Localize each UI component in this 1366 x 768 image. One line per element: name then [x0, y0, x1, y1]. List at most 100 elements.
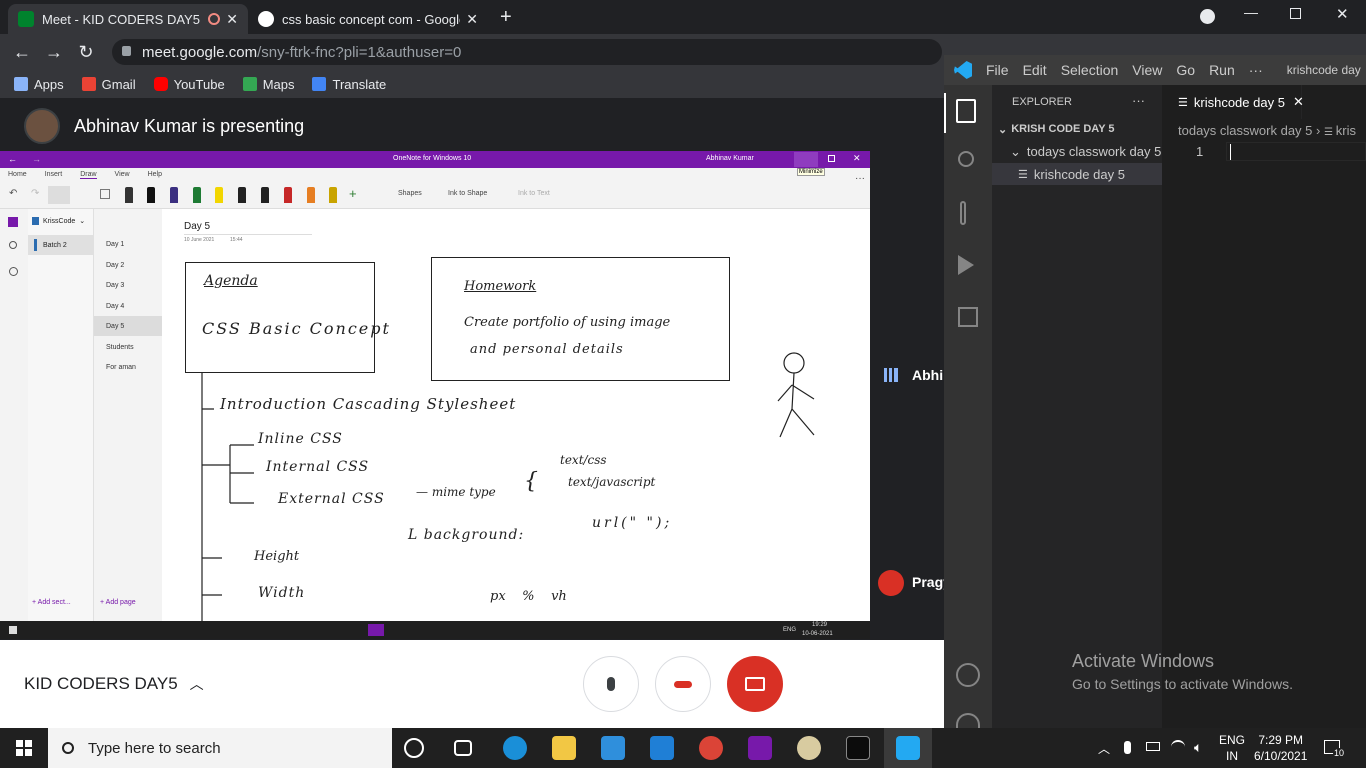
- address-bar[interactable]: meet.google.com/sny-ftrk-fnc?pli=1&authu…: [112, 39, 942, 65]
- start-icon[interactable]: [16, 740, 32, 756]
- undo-icon[interactable]: ↶: [9, 188, 17, 199]
- system-clock[interactable]: 7:29 PM 6/10/2021: [1254, 732, 1307, 764]
- onenote-maximize-icon[interactable]: [828, 155, 835, 162]
- onenote-minimize-icon[interactable]: [794, 152, 818, 167]
- notebook-selector[interactable]: KrissCode ⌄: [32, 217, 85, 225]
- notebooks-icon[interactable]: [8, 217, 18, 227]
- taskbar-search-box[interactable]: Type here to search: [48, 728, 392, 768]
- menu-file[interactable]: File: [986, 62, 1009, 78]
- minimize-window-icon[interactable]: —: [1244, 4, 1258, 20]
- extensions-icon[interactable]: [958, 307, 978, 327]
- add-page-button[interactable]: + Add page: [100, 599, 136, 606]
- menu-view[interactable]: View: [115, 171, 130, 178]
- menu-view[interactable]: View: [1132, 62, 1162, 78]
- search-icon[interactable]: [9, 241, 17, 249]
- edge-icon[interactable]: [503, 736, 527, 760]
- chrome-icon[interactable]: [699, 736, 723, 760]
- add-pen-icon[interactable]: +: [349, 186, 357, 201]
- volume-icon[interactable]: 🔈︎: [1194, 739, 1202, 756]
- pen-green-icon[interactable]: [193, 187, 201, 203]
- accounts-icon[interactable]: [956, 663, 980, 687]
- pen-black-icon[interactable]: [261, 187, 269, 203]
- camera-off-button[interactable]: [727, 656, 783, 712]
- page-item[interactable]: Day 3: [94, 275, 162, 295]
- new-tab-button[interactable]: +: [500, 6, 512, 29]
- vscode-icon[interactable]: [896, 736, 920, 760]
- onenote-page-canvas[interactable]: Day 5 10 June 2021 15:44 Agenda CSS Basi…: [162, 209, 870, 623]
- microphone-button[interactable]: [583, 656, 639, 712]
- forward-icon[interactable]: →: [38, 42, 70, 63]
- pen-gold-icon[interactable]: [329, 187, 337, 203]
- bookmark-youtube[interactable]: YouTube: [153, 77, 225, 92]
- page-item[interactable]: Students: [94, 337, 162, 357]
- pen-orange-icon[interactable]: [307, 187, 315, 203]
- close-tab-icon[interactable]: ✕: [1293, 94, 1304, 110]
- menu-go[interactable]: Go: [1176, 62, 1195, 78]
- search-icon[interactable]: [958, 151, 974, 167]
- page-item[interactable]: Day 1: [94, 234, 162, 254]
- paint-icon[interactable]: [797, 736, 821, 760]
- highlighter-yellow-icon[interactable]: [215, 187, 223, 203]
- menu-insert[interactable]: Insert: [45, 171, 63, 178]
- wifi-icon[interactable]: [1171, 740, 1185, 754]
- page-item[interactable]: Day 4: [94, 296, 162, 316]
- folder-subfolder[interactable]: ⌄ todays classwork day 5: [1010, 144, 1161, 160]
- pen-purple-icon[interactable]: [170, 187, 178, 203]
- menu-run[interactable]: Run: [1209, 62, 1235, 78]
- bookmark-maps[interactable]: Maps: [242, 77, 294, 92]
- explorer-more-icon[interactable]: ···: [1132, 93, 1145, 108]
- language-indicator[interactable]: ENG IN: [1219, 732, 1245, 764]
- page-item-selected[interactable]: Day 5: [94, 316, 162, 336]
- tab-search-icon[interactable]: [1200, 9, 1215, 24]
- tab-meet[interactable]: Meet - KID CODERS DAY5 ✕: [8, 4, 248, 34]
- more-options-icon[interactable]: ···: [855, 173, 865, 184]
- mail-icon[interactable]: [650, 736, 674, 760]
- pen-black-icon[interactable]: [147, 187, 155, 203]
- leave-call-button[interactable]: [655, 656, 711, 712]
- cortana-icon[interactable]: [404, 738, 424, 758]
- breadcrumb-file[interactable]: kris: [1336, 123, 1356, 138]
- reload-icon[interactable]: ↻: [70, 42, 102, 63]
- ink-to-shape-button[interactable]: Ink to Shape: [448, 190, 487, 197]
- bookmark-gmail[interactable]: Gmail: [81, 77, 136, 92]
- bookmark-apps[interactable]: Apps: [14, 77, 64, 92]
- show-hidden-icons[interactable]: ︿: [1098, 740, 1110, 757]
- bookmark-translate[interactable]: Translate: [312, 77, 386, 92]
- store-icon[interactable]: [601, 736, 625, 760]
- close-window-icon[interactable]: ✕: [1336, 5, 1349, 23]
- menu-home[interactable]: Home: [8, 171, 27, 178]
- explorer-icon[interactable]: [956, 99, 976, 123]
- menu-selection[interactable]: Selection: [1061, 62, 1119, 78]
- file-item-selected[interactable]: ☰ krishcode day 5: [992, 163, 1162, 185]
- menu-edit[interactable]: Edit: [1023, 62, 1047, 78]
- close-tab-icon[interactable]: ✕: [466, 11, 478, 28]
- onenote-icon[interactable]: [748, 736, 772, 760]
- editor-tab[interactable]: ☰ krishcode day 5 ✕: [1162, 85, 1304, 119]
- battery-icon[interactable]: [1146, 742, 1160, 751]
- folder-root[interactable]: ⌄ KRISH CODE DAY 5: [998, 123, 1115, 136]
- shapes-button[interactable]: Shapes: [398, 190, 422, 197]
- tab-google-search[interactable]: css basic concept com - Google S ✕: [248, 4, 488, 34]
- pen-black-icon[interactable]: [238, 187, 246, 203]
- close-tab-icon[interactable]: ✕: [226, 11, 238, 28]
- meeting-details[interactable]: KID CODERS DAY5 ︿: [24, 674, 204, 694]
- breadcrumb-folder[interactable]: todays classwork day 5: [1178, 123, 1312, 138]
- back-icon[interactable]: ←: [6, 42, 38, 63]
- current-line-highlight[interactable]: [1226, 142, 1366, 161]
- page-item[interactable]: For aman: [94, 357, 162, 377]
- lasso-select-icon[interactable]: [48, 186, 70, 204]
- terminal-icon[interactable]: [846, 736, 870, 760]
- redo-icon[interactable]: ↷: [31, 188, 39, 199]
- menu-help[interactable]: Help: [148, 171, 162, 178]
- file-explorer-icon[interactable]: [552, 736, 576, 760]
- section-batch-2[interactable]: Batch 2: [28, 235, 94, 255]
- menu-draw[interactable]: Draw: [80, 171, 97, 179]
- page-item[interactable]: Day 2: [94, 255, 162, 275]
- add-section-button[interactable]: + Add sect...: [32, 599, 71, 606]
- menu-more[interactable]: ···: [1249, 62, 1263, 78]
- eraser-icon[interactable]: [100, 189, 110, 199]
- task-view-icon[interactable]: [454, 740, 472, 756]
- pen-red-icon[interactable]: [284, 187, 292, 203]
- pen-black-icon[interactable]: [125, 187, 133, 203]
- onenote-close-icon[interactable]: ✕: [853, 153, 861, 164]
